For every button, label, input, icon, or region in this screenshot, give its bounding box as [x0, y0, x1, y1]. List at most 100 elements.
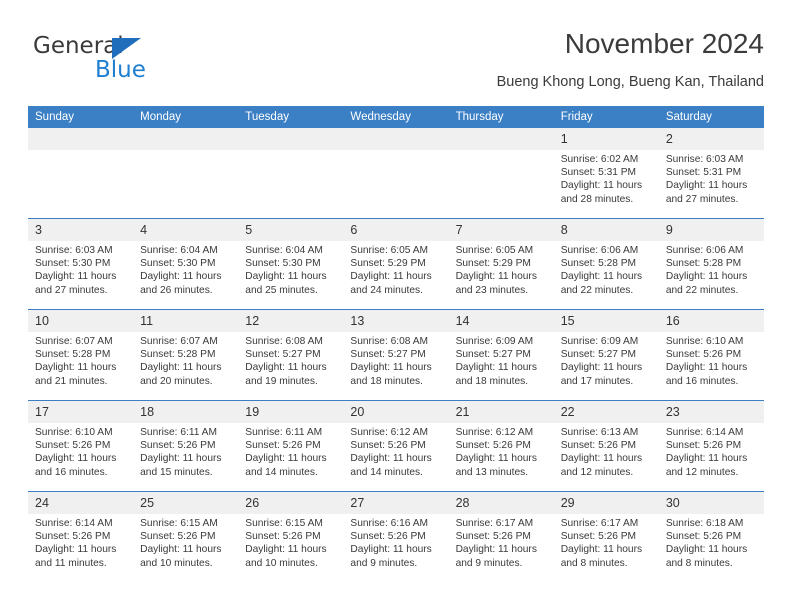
day-cell[interactable]: 16 Sunrise: 6:10 AM Sunset: 5:26 PM Dayl…	[658, 309, 764, 401]
day-cell[interactable]: 18 Sunrise: 6:11 AM Sunset: 5:26 PM Dayl…	[133, 400, 239, 492]
day-number: 26	[238, 492, 344, 514]
day-number: 10	[28, 310, 134, 332]
daylight-text-line2: and 26 minutes.	[140, 284, 213, 296]
daylight-text-line1: Daylight: 11 hours	[245, 362, 327, 374]
day-cell[interactable]: 30 Sunrise: 6:18 AM Sunset: 5:26 PM Dayl…	[658, 491, 764, 582]
daylight-text-line1: Daylight: 11 hours	[245, 453, 327, 465]
weekday-header-monday: Monday	[133, 106, 239, 128]
day-cell[interactable]: 7 Sunrise: 6:05 AM Sunset: 5:29 PM Dayli…	[448, 218, 554, 310]
sunrise-text: Sunrise: 6:09 AM	[560, 336, 639, 347]
sunset-text: Sunset: 5:30 PM	[245, 258, 321, 270]
day-cell[interactable]: 5 Sunrise: 6:04 AM Sunset: 5:30 PM Dayli…	[238, 218, 344, 310]
weekday-header-row: Sunday Monday Tuesday Wednesday Thursday…	[28, 106, 764, 128]
sunrise-text: Sunrise: 6:13 AM	[560, 427, 639, 438]
day-number: 20	[343, 401, 449, 423]
day-cell[interactable]: 17 Sunrise: 6:10 AM Sunset: 5:26 PM Dayl…	[28, 400, 134, 492]
day-cell[interactable]: 19 Sunrise: 6:11 AM Sunset: 5:26 PM Dayl…	[238, 400, 344, 492]
day-cell[interactable]: 22 Sunrise: 6:13 AM Sunset: 5:26 PM Dayl…	[553, 400, 659, 492]
day-cell[interactable]: 27 Sunrise: 6:16 AM Sunset: 5:26 PM Dayl…	[343, 491, 449, 582]
sunset-text: Sunset: 5:26 PM	[245, 531, 321, 543]
daylight-text-line1: Daylight: 11 hours	[140, 453, 222, 465]
daylight-text-line2: and 16 minutes.	[35, 466, 108, 478]
day-cell[interactable]: 6 Sunrise: 6:05 AM Sunset: 5:29 PM Dayli…	[343, 218, 449, 310]
sunset-text: Sunset: 5:26 PM	[350, 531, 426, 543]
daylight-text-line1: Daylight: 11 hours	[140, 362, 222, 374]
day-details: Sunrise: 6:08 AM Sunset: 5:27 PM Dayligh…	[238, 332, 343, 388]
day-cell[interactable]: 9 Sunrise: 6:06 AM Sunset: 5:28 PM Dayli…	[658, 218, 764, 310]
daylight-text-line1: Daylight: 11 hours	[350, 453, 432, 465]
calendar-body: 1 Sunrise: 6:02 AM Sunset: 5:31 PM Dayli…	[28, 128, 764, 582]
daylight-text-line2: and 14 minutes.	[350, 466, 423, 478]
weekday-header-tuesday: Tuesday	[238, 106, 344, 128]
daylight-text-line1: Daylight: 11 hours	[350, 362, 432, 374]
day-details: Sunrise: 6:12 AM Sunset: 5:26 PM Dayligh…	[343, 423, 448, 479]
day-cell[interactable]: 25 Sunrise: 6:15 AM Sunset: 5:26 PM Dayl…	[133, 491, 239, 582]
day-cell[interactable]	[238, 128, 344, 219]
day-cell[interactable]: 28 Sunrise: 6:17 AM Sunset: 5:26 PM Dayl…	[448, 491, 554, 582]
day-details: Sunrise: 6:08 AM Sunset: 5:27 PM Dayligh…	[343, 332, 448, 388]
day-cell[interactable]: 3 Sunrise: 6:03 AM Sunset: 5:30 PM Dayli…	[28, 218, 134, 310]
day-cell[interactable]	[133, 128, 239, 219]
daylight-text-line2: and 9 minutes.	[350, 557, 418, 569]
sunrise-text: Sunrise: 6:08 AM	[245, 336, 323, 347]
daylight-text-line2: and 28 minutes.	[560, 193, 634, 205]
day-number: 24	[28, 492, 134, 514]
day-cell[interactable]: 21 Sunrise: 6:12 AM Sunset: 5:26 PM Dayl…	[448, 400, 554, 492]
day-cell[interactable]: 8 Sunrise: 6:06 AM Sunset: 5:28 PM Dayli…	[553, 218, 659, 310]
sunset-text: Sunset: 5:30 PM	[140, 258, 216, 270]
day-number	[448, 128, 554, 150]
day-cell[interactable]: 2 Sunrise: 6:03 AM Sunset: 5:31 PM Dayli…	[658, 128, 764, 219]
sunset-text: Sunset: 5:26 PM	[35, 440, 111, 452]
day-cell[interactable]: 13 Sunrise: 6:08 AM Sunset: 5:27 PM Dayl…	[343, 309, 449, 401]
daylight-text-line1: Daylight: 11 hours	[35, 544, 117, 556]
day-cell[interactable]: 12 Sunrise: 6:08 AM Sunset: 5:27 PM Dayl…	[238, 309, 344, 401]
day-details: Sunrise: 6:10 AM Sunset: 5:26 PM Dayligh…	[659, 332, 764, 388]
day-cell[interactable]	[28, 128, 134, 219]
day-number: 5	[238, 219, 344, 241]
logo-triangle-icon	[112, 38, 141, 59]
day-number: 14	[448, 310, 554, 332]
sunset-text: Sunset: 5:26 PM	[140, 531, 216, 543]
day-number: 12	[238, 310, 344, 332]
day-details: Sunrise: 6:14 AM Sunset: 5:26 PM Dayligh…	[28, 514, 133, 570]
logo-text-blue: Blue	[95, 57, 146, 83]
day-number: 28	[448, 492, 554, 514]
day-cell[interactable]: 14 Sunrise: 6:09 AM Sunset: 5:27 PM Dayl…	[448, 309, 554, 401]
weekday-header-thursday: Thursday	[448, 106, 554, 128]
day-cell[interactable]: 15 Sunrise: 6:09 AM Sunset: 5:27 PM Dayl…	[553, 309, 659, 401]
calendar-week-row: 1 Sunrise: 6:02 AM Sunset: 5:31 PM Dayli…	[28, 128, 764, 219]
day-cell[interactable]: 11 Sunrise: 6:07 AM Sunset: 5:28 PM Dayl…	[133, 309, 239, 401]
day-cell[interactable]	[448, 128, 554, 219]
day-number: 1	[553, 128, 659, 150]
sunrise-text: Sunrise: 6:18 AM	[665, 518, 744, 529]
day-cell[interactable]: 29 Sunrise: 6:17 AM Sunset: 5:26 PM Dayl…	[553, 491, 659, 582]
day-cell[interactable]: 24 Sunrise: 6:14 AM Sunset: 5:26 PM Dayl…	[28, 491, 134, 582]
daylight-text-line1: Daylight: 11 hours	[455, 362, 537, 374]
daylight-text-line1: Daylight: 11 hours	[560, 362, 643, 374]
day-cell[interactable]: 20 Sunrise: 6:12 AM Sunset: 5:26 PM Dayl…	[343, 400, 449, 492]
day-cell[interactable]: 10 Sunrise: 6:07 AM Sunset: 5:28 PM Dayl…	[28, 309, 134, 401]
sunset-text: Sunset: 5:27 PM	[245, 349, 321, 361]
daylight-text-line2: and 9 minutes.	[455, 557, 523, 569]
day-number: 19	[238, 401, 344, 423]
sunset-text: Sunset: 5:26 PM	[350, 440, 426, 452]
sunset-text: Sunset: 5:31 PM	[560, 167, 637, 179]
day-cell[interactable]: 26 Sunrise: 6:15 AM Sunset: 5:26 PM Dayl…	[238, 491, 344, 582]
sunrise-text: Sunrise: 6:11 AM	[140, 427, 217, 438]
daylight-text-line2: and 12 minutes.	[665, 466, 739, 478]
day-cell[interactable]: 23 Sunrise: 6:14 AM Sunset: 5:26 PM Dayl…	[658, 400, 764, 492]
sunset-text: Sunset: 5:26 PM	[35, 531, 111, 543]
day-cell[interactable]: 4 Sunrise: 6:04 AM Sunset: 5:30 PM Dayli…	[133, 218, 239, 310]
day-number: 16	[658, 310, 764, 332]
general-blue-logo[interactable]: General Blue	[33, 33, 213, 91]
daylight-text-line1: Daylight: 11 hours	[35, 453, 117, 465]
day-cell[interactable]	[343, 128, 449, 219]
logo-text-general: General	[33, 33, 124, 59]
daylight-text-line1: Daylight: 11 hours	[455, 453, 537, 465]
daylight-text-line2: and 27 minutes.	[665, 193, 739, 205]
day-details: Sunrise: 6:05 AM Sunset: 5:29 PM Dayligh…	[343, 241, 448, 297]
sunrise-text: Sunrise: 6:17 AM	[560, 518, 639, 529]
sunrise-text: Sunrise: 6:17 AM	[455, 518, 534, 529]
day-cell[interactable]: 1 Sunrise: 6:02 AM Sunset: 5:31 PM Dayli…	[553, 128, 659, 219]
day-number: 29	[553, 492, 659, 514]
